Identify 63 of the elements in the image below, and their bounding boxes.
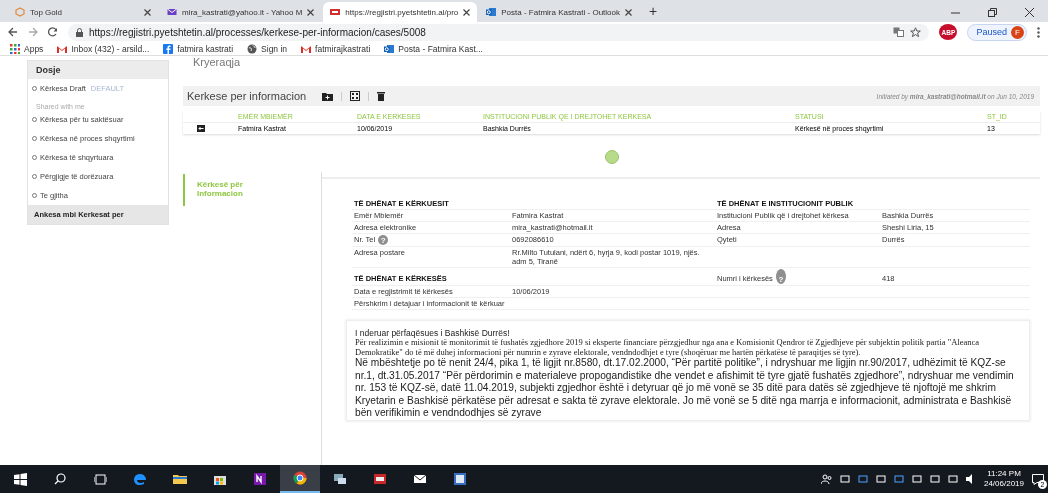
notification-icon[interactable] (1032, 473, 1044, 485)
outlook-icon (486, 7, 497, 17)
browser-icon[interactable] (292, 470, 308, 486)
clock[interactable]: 11:24 PM 24/06/2019 (983, 469, 1024, 489)
app-icon[interactable] (252, 471, 268, 487)
sidebar-title: Dosje (28, 61, 168, 79)
search-icon[interactable] (54, 473, 66, 485)
menu-icon[interactable] (1037, 26, 1040, 38)
close-icon[interactable] (1025, 7, 1034, 17)
globe-icon (247, 43, 258, 54)
tray-icon[interactable] (857, 474, 868, 484)
bookmark[interactable]: fatmira kastrati (163, 43, 234, 54)
browser-tab[interactable]: mira_kastrati@yahoo.it - Yahoo M (160, 2, 322, 22)
star-icon[interactable] (910, 26, 922, 38)
browser-tab[interactable]: Posta - Fatmira Kastrati - Outlook (479, 2, 639, 22)
greeting-text: I nderuar përfaqësues i Bashkisë Durrës! (355, 328, 511, 338)
case-title: Kerkese per informacion (187, 90, 307, 102)
bookmark[interactable]: Posta - Fatmira Kast... (384, 43, 483, 54)
back-icon[interactable] (8, 27, 18, 37)
browser-tab[interactable]: https://regjistri.pyetshtetin.al/pro (323, 2, 478, 22)
browser-tab[interactable]: Top Gold (8, 2, 158, 22)
url-text: https://regjistri.pyetshtetin.al/processes/kerkese-per-informacion/cases/5008 (89, 26, 427, 38)
bookmark[interactable]: fatmirajkastrati (301, 43, 371, 54)
profile-button[interactable]: Paused F (967, 23, 1027, 41)
bookmark[interactable]: Sign in (247, 43, 288, 54)
bookmark[interactable]: Inbox (432) - arsild... (57, 43, 150, 54)
avatar-initial: F (1011, 25, 1024, 39)
close-icon[interactable] (463, 8, 471, 16)
close-icon[interactable] (625, 8, 632, 16)
facebook-icon (163, 43, 174, 54)
outlook-icon (384, 43, 395, 54)
clock-date: 24/06/2019 (983, 479, 1024, 489)
restore-icon[interactable] (988, 7, 997, 17)
address-bar[interactable]: https://regjistri.pyetshtetin.al/processes/kerkese-per-informacion/cases/5008 (68, 23, 930, 41)
trash-icon[interactable] (377, 91, 386, 101)
mail-icon (167, 7, 177, 17)
app-icon[interactable] (332, 471, 348, 487)
mail-icon (301, 43, 312, 54)
site-icon (330, 7, 341, 17)
task-view-icon[interactable] (93, 473, 107, 485)
tray-icon[interactable] (893, 474, 904, 484)
cube-icon (15, 7, 25, 17)
apps-grid-icon (10, 43, 20, 54)
people-icon[interactable] (820, 473, 832, 485)
new-tab-button[interactable]: + (649, 2, 658, 20)
close-icon[interactable] (307, 8, 315, 16)
app-icon[interactable] (452, 471, 468, 487)
clock-time: 11:24 PM (986, 469, 1022, 479)
frame-icon[interactable] (350, 91, 361, 101)
windows-start-icon[interactable] (13, 472, 27, 486)
body-paragraph: Në mbështetje po të nenit 24/4, pika 1, të ligjit nr.8580, dt.17.02.2000, “Për partitë politike”, i ndryshuar me ligjin nr.90/2017, udhëzimit të KQZ-se nr.1, dt.31.05.2017 “Për përdorimin e materialeve propogandistike dhe vendet e afishimit të tyre gjatë fushatës zgjedhore”, ndryshuar me vendimin nr. 153 të KQZ-së, datë 11.04.2019, subjekti zgjedhor është i detyruar që jo më vonë se 35 ditë para datës së zgjedhjeve të njoftojë me shkrim Kryetarin e Bashkisë përkatëse për adresat e sakta të zyrave elektorale. Jo më vonë se 5 ditë nga marrja e informacionit, administrata e Bashkisë bën verifikimin e vendndodhjes së zyrave (355, 357, 1015, 420)
intro-paragraph: Për realizimin e misionit të monitorimit të fushatës zgjedhore 2019 si eksperte financiare përzgjedhur nga ana e Komisionit Qendror të Zgjedhjeve për subjektin politik partia "Aleanca Demokratike" do të më duhej informacioni për numrin e zyrave elektorale, vendndodhjet e tyre (shoqëruar me hartën përkatëse të paraqitjes së tyre). (355, 338, 980, 357)
lock-icon (76, 27, 83, 37)
back-arrow-icon[interactable] (197, 125, 205, 132)
app-icon[interactable] (372, 471, 388, 487)
translate-icon[interactable] (893, 27, 905, 37)
mail-icon (57, 43, 68, 54)
folder-plus-icon[interactable] (322, 91, 334, 101)
bookmark[interactable]: Apps (10, 43, 44, 54)
page-heading: Kryeraqja (193, 60, 242, 68)
reload-icon[interactable] (48, 27, 58, 37)
loading-indicator-icon (604, 150, 619, 164)
close-icon[interactable] (144, 8, 151, 16)
